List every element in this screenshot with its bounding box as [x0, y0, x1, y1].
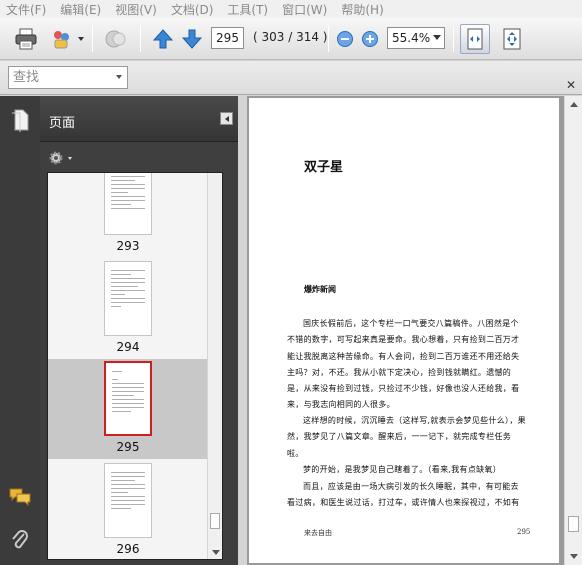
menu-document[interactable]: 文档(D)	[171, 1, 214, 18]
find-input[interactable]: 查找	[8, 66, 128, 89]
document-scrollbar[interactable]	[564, 96, 582, 565]
collapse-panel-button[interactable]	[220, 112, 233, 125]
paragraph: 而且，应该是由一场大病引发的长久睡眠，其中，有可能去看过病，和医生说过话，打过车…	[287, 482, 520, 508]
pages-panel: 页面 293 294 295 296	[40, 96, 238, 565]
find-toolbar: 查找	[0, 61, 582, 95]
pages-panel-header: 页面	[40, 96, 238, 142]
fit-width-button[interactable]	[460, 24, 490, 54]
page-thumbnail-label: 293	[116, 239, 140, 253]
scrollbar-thumb[interactable]	[210, 513, 220, 529]
attachments-nav-button[interactable]	[8, 528, 32, 552]
print-button[interactable]	[12, 25, 40, 53]
zoom-out-icon	[337, 31, 353, 47]
collaborate-dropdown-icon[interactable]	[78, 37, 84, 41]
scroll-down-arrow-icon[interactable]	[570, 554, 578, 559]
menu-bar: 文件(F) 编辑(E) 视图(V) 文档(D) 工具(T) 窗口(W) 帮助(H…	[0, 0, 582, 18]
toolbar-separator	[92, 26, 93, 52]
document-page: 双子星 爆炸新闻 国庆长假前后，这个专栏一口气要交八篇稿件。八困然是个不错的数字…	[249, 98, 559, 563]
previous-page-button[interactable]	[149, 25, 177, 53]
fit-width-icon	[467, 28, 483, 50]
page-thumbnail[interactable]: 296	[48, 463, 208, 558]
next-page-button[interactable]	[178, 25, 206, 53]
chapter-title: 双子星	[304, 160, 344, 175]
menu-edit[interactable]: 编辑(E)	[60, 1, 101, 18]
previous-page-icon	[152, 29, 174, 49]
page-thumbnail-image	[104, 463, 152, 538]
paragraph: 这样想的时候，沉沉睡去（这样写,就表示会梦见些什么），果然，我梦见了八篇文章。醒…	[287, 416, 526, 458]
page-thumbnail-label: 294	[116, 340, 140, 354]
pages-icon	[12, 109, 29, 132]
pages-nav-button[interactable]	[8, 108, 32, 132]
chevron-down-icon	[433, 35, 441, 40]
page-count: ( 303 / 314 )	[253, 30, 328, 44]
panel-options-button[interactable]	[48, 148, 74, 168]
comments-nav-button[interactable]	[8, 485, 32, 509]
thumbnails-scrollbar[interactable]	[207, 173, 222, 559]
page-thumbnail-label: 295	[116, 440, 140, 454]
navigation-pane-strip	[0, 96, 40, 565]
page-thumbnail-image	[104, 261, 152, 336]
scrollbar-thumb[interactable]	[568, 516, 579, 532]
paragraph: 国庆长假前后，这个专栏一口气要交八篇稿件。八困然是个不错的数字，可写起来真是要命…	[287, 319, 520, 410]
send-button[interactable]	[102, 25, 130, 53]
close-icon[interactable]: ✕	[566, 78, 576, 92]
printer-icon	[15, 28, 37, 50]
page-thumbnail[interactable]: 294	[48, 261, 208, 356]
chevron-down-icon[interactable]	[116, 75, 122, 79]
menu-help[interactable]: 帮助(H)	[341, 1, 383, 18]
page-thumbnails-list[interactable]: 293 294 295 296	[47, 172, 223, 560]
scroll-up-arrow-icon[interactable]	[570, 102, 578, 107]
page-thumbnail-label: 296	[116, 542, 140, 556]
pages-panel-title: 页面	[49, 116, 76, 131]
collaborate-button[interactable]	[48, 25, 76, 53]
full-screen-icon	[503, 28, 521, 50]
page-footer-book-title: 来去自由	[304, 529, 332, 537]
page-number-input[interactable]: 295	[211, 27, 244, 49]
toolbar: 295 ( 303 / 314 ) 55.4%	[0, 18, 582, 60]
panel-splitter[interactable]	[238, 96, 247, 565]
next-page-icon	[181, 29, 203, 49]
comments-icon	[9, 488, 31, 507]
paragraph: 梦的开始，是我梦见自己瞎着了。（看来,我有点缺氧）	[303, 465, 502, 474]
toolbar-separator	[328, 26, 329, 52]
page-thumbnail-selected[interactable]: 295	[48, 359, 208, 459]
send-icon	[105, 30, 126, 48]
scroll-down-arrow-icon[interactable]	[212, 550, 220, 555]
gear-icon	[49, 151, 72, 165]
menu-window[interactable]: 窗口(W)	[282, 1, 327, 18]
menu-view[interactable]: 视图(V)	[115, 1, 157, 18]
toolbar-separator	[453, 26, 454, 52]
find-placeholder: 查找	[13, 70, 40, 85]
page-footer-number: 295	[517, 528, 531, 536]
page-thumbnail-image	[104, 361, 152, 436]
toolbar-separator	[140, 26, 141, 52]
page-thumbnail-image	[104, 173, 152, 235]
zoom-in-icon	[362, 31, 378, 47]
zoom-level-select[interactable]: 55.4%	[387, 27, 445, 49]
document-view[interactable]: 双子星 爆炸新闻 国庆长假前后，这个专栏一口气要交八篇稿件。八困然是个不错的数字…	[247, 96, 582, 565]
zoom-in-button[interactable]	[358, 25, 382, 53]
zoom-level-value: 55.4%	[392, 31, 431, 45]
menu-file[interactable]: 文件(F)	[6, 1, 46, 18]
menu-tools[interactable]: 工具(T)	[227, 1, 268, 18]
collaborate-icon	[54, 31, 69, 49]
full-screen-button[interactable]	[498, 25, 526, 53]
section-heading: 爆炸新闻	[304, 284, 336, 294]
zoom-out-button[interactable]	[333, 25, 357, 53]
page-thumbnail[interactable]: 293	[48, 173, 208, 253]
paperclip-icon	[12, 530, 28, 549]
